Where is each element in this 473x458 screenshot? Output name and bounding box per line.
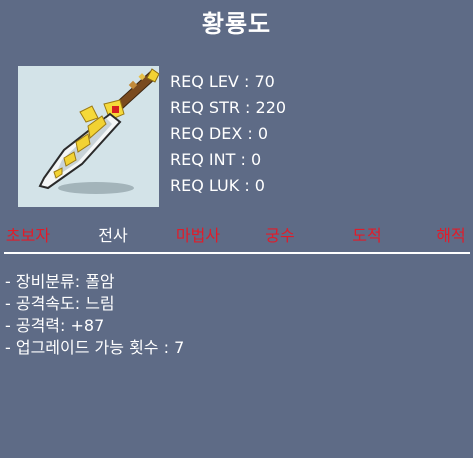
job-archer: 궁수 — [265, 226, 295, 245]
stat-upgrade-slots: - 업그레이드 가능 횟수 : 7 — [5, 338, 185, 357]
req-dex-label: REQ DEX — [170, 124, 243, 143]
req-luk-value: 0 — [254, 176, 265, 195]
divider — [4, 252, 470, 254]
job-thief: 도적 — [352, 226, 382, 245]
req-str-value: 220 — [255, 98, 287, 117]
req-luk: REQ LUK : 0 — [170, 176, 265, 195]
job-restrictions: 초보자 전사 마법사 궁수 도적 해적 — [0, 222, 473, 246]
job-warrior: 전사 — [98, 226, 128, 245]
req-dex: REQ DEX : 0 — [170, 124, 269, 143]
req-str-label: REQ STR — [170, 98, 240, 117]
req-level-value: 70 — [254, 72, 275, 91]
req-int-label: REQ INT — [170, 150, 236, 169]
req-luk-label: REQ LUK — [170, 176, 240, 195]
req-str: REQ STR : 220 — [170, 98, 287, 117]
requirements-list: REQ LEV : 70 REQ STR : 220 REQ DEX : 0 R… — [170, 69, 286, 199]
job-magician: 마법사 — [175, 226, 221, 245]
job-pirate: 해적 — [436, 226, 466, 245]
req-int: REQ INT : 0 — [170, 150, 262, 169]
item-stats: - 장비분류: 폴암 - 공격속도: 느림 - 공격력: +87 - 업그레이드… — [5, 271, 184, 359]
req-level-label: REQ LEV — [170, 72, 239, 91]
req-dex-value: 0 — [257, 124, 269, 143]
req-level: REQ LEV : 70 — [170, 72, 275, 91]
stat-equip-category: - 장비분류: 폴암 — [5, 272, 115, 291]
req-int-value: 0 — [250, 150, 262, 169]
item-name-title: 황룡도 — [201, 10, 272, 38]
stat-attack-speed: - 공격속도: 느림 — [5, 294, 115, 313]
golden-dragon-blade-polearm-icon — [38, 68, 159, 194]
job-beginner: 초보자 — [5, 226, 51, 245]
item-icon-frame — [18, 66, 159, 207]
stat-attack-power: - 공격력: +87 — [5, 316, 105, 335]
